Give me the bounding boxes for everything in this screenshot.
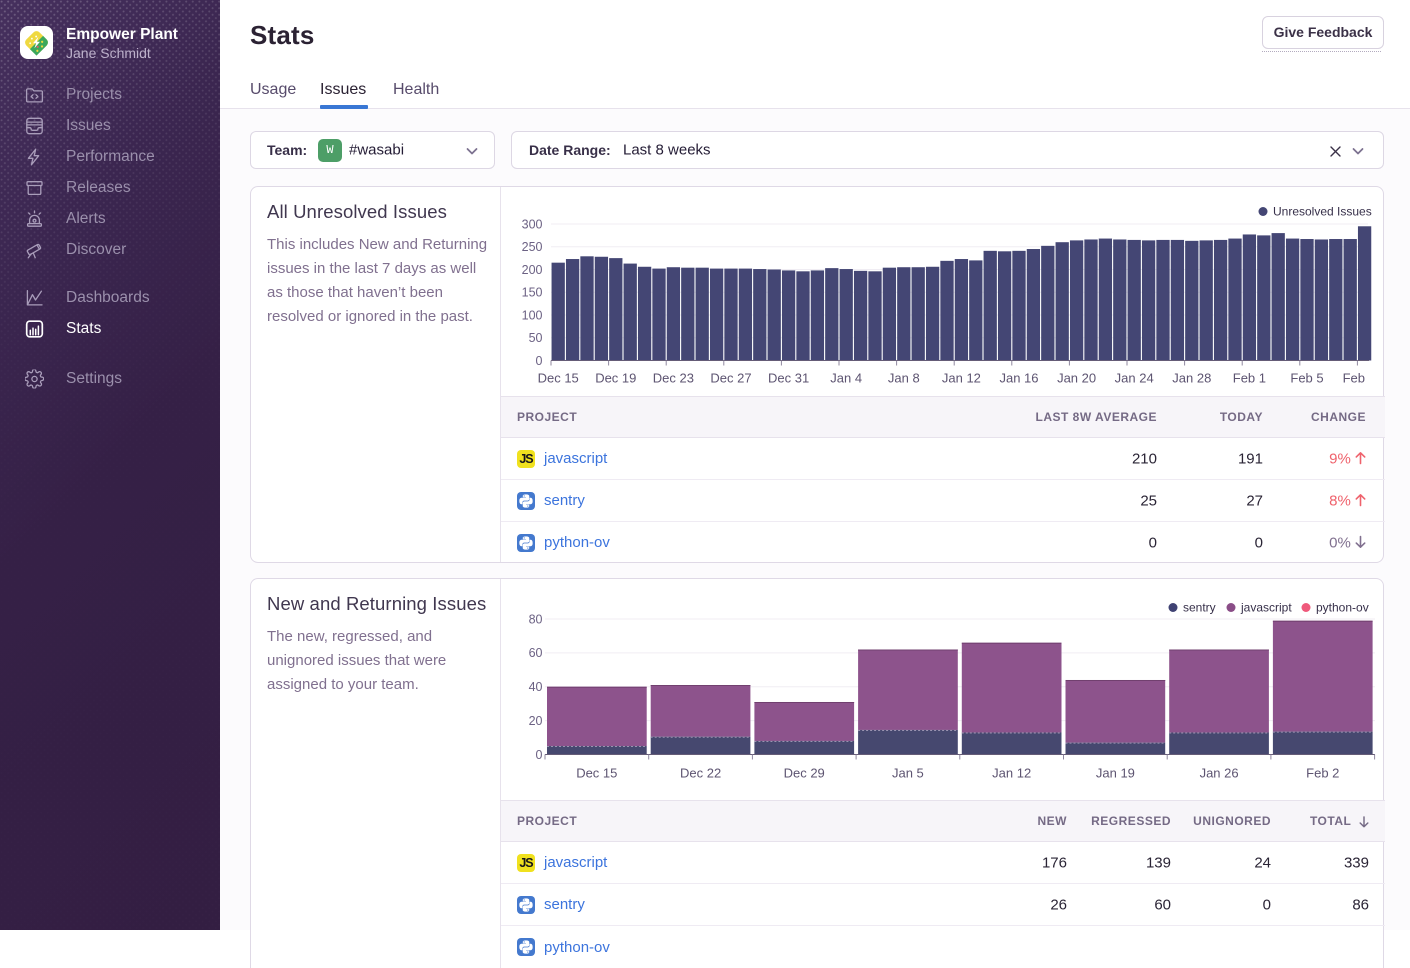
svg-text:Dec 27: Dec 27	[710, 371, 751, 386]
svg-text:Dec 15: Dec 15	[576, 766, 617, 781]
svg-text:Jan 12: Jan 12	[992, 766, 1031, 781]
svg-text:Feb: Feb	[1343, 371, 1365, 386]
svg-text:150: 150	[522, 286, 543, 300]
svg-text:Jan 24: Jan 24	[1115, 371, 1154, 386]
svg-text:Dec 31: Dec 31	[768, 371, 809, 386]
svg-text:sentry: sentry	[1183, 601, 1216, 615]
svg-text:Jan 19: Jan 19	[1096, 766, 1135, 781]
svg-text:Dec 29: Dec 29	[784, 766, 825, 781]
svg-text:100: 100	[522, 308, 543, 322]
svg-text:Jan 4: Jan 4	[830, 371, 862, 386]
svg-text:Feb 5: Feb 5	[1290, 371, 1323, 386]
svg-text:Jan 26: Jan 26	[1200, 766, 1239, 781]
svg-text:Dec 23: Dec 23	[653, 371, 694, 386]
svg-text:Unresolved Issues: Unresolved Issues	[1273, 205, 1372, 219]
svg-text:0: 0	[536, 354, 543, 368]
svg-text:Jan 5: Jan 5	[892, 766, 924, 781]
svg-text:200: 200	[522, 263, 543, 277]
svg-text:Feb 2: Feb 2	[1306, 766, 1339, 781]
svg-text:250: 250	[522, 240, 543, 254]
svg-text:Jan 16: Jan 16	[999, 371, 1038, 386]
svg-text:javascript: javascript	[1240, 601, 1292, 615]
svg-text:80: 80	[529, 612, 543, 626]
svg-text:50: 50	[529, 331, 543, 345]
svg-text:Jan 20: Jan 20	[1057, 371, 1096, 386]
svg-text:Dec 19: Dec 19	[595, 371, 636, 386]
svg-text:Jan 12: Jan 12	[942, 371, 981, 386]
svg-text:0: 0	[536, 748, 543, 762]
svg-text:20: 20	[529, 714, 543, 728]
svg-text:300: 300	[522, 217, 543, 231]
svg-text:Dec 22: Dec 22	[680, 766, 721, 781]
svg-text:Feb 1: Feb 1	[1233, 371, 1266, 386]
svg-text:40: 40	[529, 680, 543, 694]
svg-text:python-ov: python-ov	[1316, 601, 1369, 615]
svg-text:Jan 8: Jan 8	[888, 371, 920, 386]
svg-text:Dec 15: Dec 15	[538, 371, 579, 386]
svg-text:Jan 28: Jan 28	[1172, 371, 1211, 386]
svg-text:60: 60	[529, 646, 543, 660]
